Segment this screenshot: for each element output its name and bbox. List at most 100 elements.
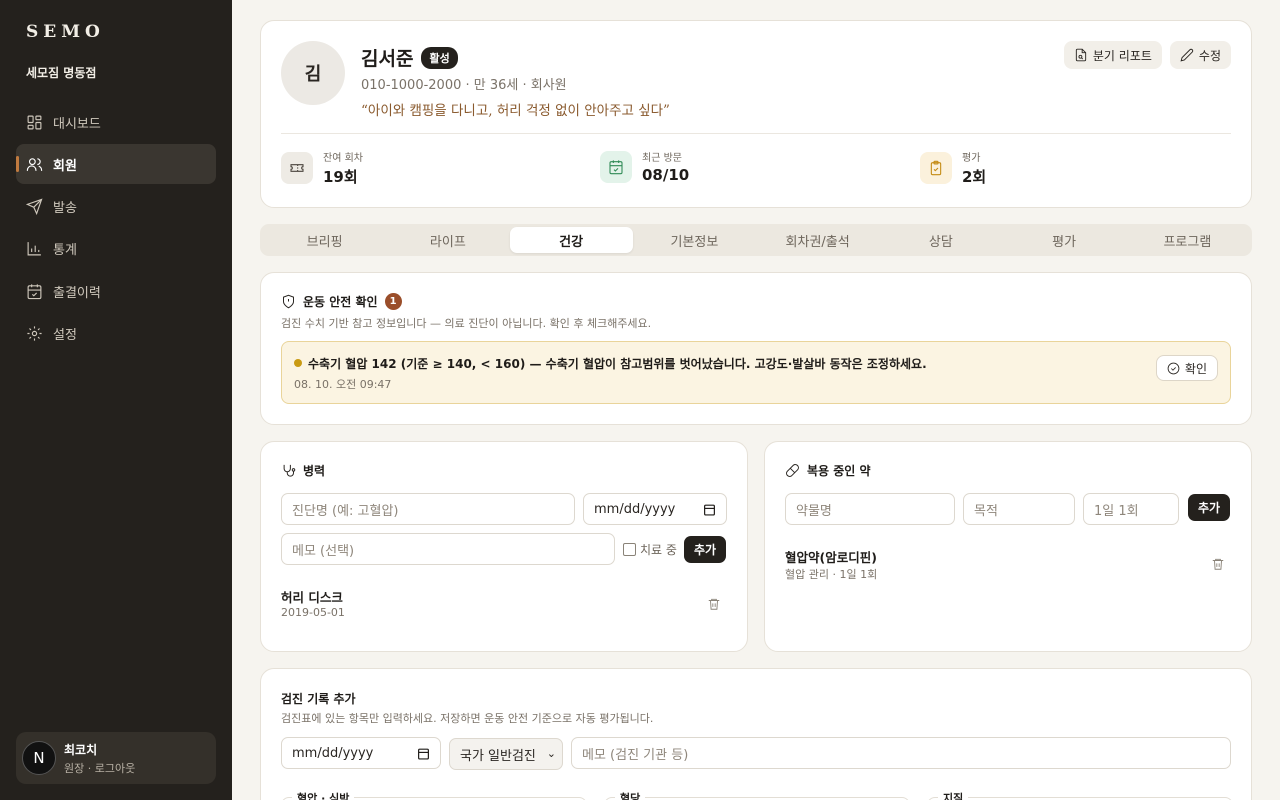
diagnosis-date-input[interactable]: mm/dd/yyyy bbox=[583, 493, 727, 525]
member-profile-card: 김 김서준 활성 010-1000-2000 · 만 36세 · 회사원 “아이… bbox=[260, 20, 1252, 208]
memo-input[interactable]: 메모 (선택) bbox=[281, 533, 615, 565]
sidebar-item-label: 대시보드 bbox=[53, 116, 101, 132]
sidebar-item-label: 발송 bbox=[53, 201, 77, 217]
safety-alert: 수축기 혈압 142 (기준 ≥ 140, < 160) — 수축기 혈압이 참… bbox=[281, 341, 1231, 404]
quarterly-report-button[interactable]: 분기 리포트 bbox=[1063, 41, 1162, 69]
tab-health[interactable]: 건강 bbox=[509, 227, 633, 253]
members-icon bbox=[26, 158, 43, 171]
sidebar-item-members[interactable]: 회원 bbox=[16, 144, 216, 185]
section-description: 검진 수치 기반 참고 정보입니다 — 의료 진단이 아닙니다. 확인 후 체크… bbox=[281, 317, 652, 330]
sidebar-item-label: 통계 bbox=[53, 243, 77, 259]
stat-label: 평가 bbox=[962, 153, 981, 164]
brand-logo[interactable]: SEMO bbox=[26, 22, 105, 42]
user-role-logout[interactable]: 원장 · 로그아웃 bbox=[64, 760, 135, 776]
sidebar-nav: 대시보드 회원 발송 통계 출결이력 설정 bbox=[16, 102, 216, 356]
tab-life[interactable]: 라이프 bbox=[386, 227, 509, 253]
divider bbox=[281, 133, 1231, 134]
gear-icon bbox=[27, 326, 42, 341]
stat-label: 최근 방문 bbox=[642, 153, 682, 164]
sidebar-item-send[interactable]: 발송 bbox=[16, 187, 216, 227]
quarterly-report-label: 분기 리포트 bbox=[1092, 48, 1152, 63]
confirm-label: 확인 bbox=[1184, 361, 1207, 376]
tab-tickets-attendance[interactable]: 회차권/출석 bbox=[756, 227, 879, 253]
tab-briefing[interactable]: 브리핑 bbox=[263, 227, 386, 253]
check-circle-icon bbox=[1167, 362, 1180, 374]
history-item-date: 2019-05-01 bbox=[281, 606, 345, 619]
medications-card: 복용 중인 약 약물명 목적 1일 1회 추가 혈압약(암로디핀) 혈압 관리 … bbox=[764, 441, 1252, 652]
tab-evaluation[interactable]: 평가 bbox=[1003, 227, 1126, 253]
sidebar-item-settings[interactable]: 설정 bbox=[16, 313, 216, 353]
sidebar-item-stats[interactable]: 통계 bbox=[16, 229, 216, 269]
member-name-row: 김서준 활성 bbox=[361, 44, 458, 71]
diagnosis-input[interactable]: 진단명 (예: 고혈압) bbox=[281, 493, 575, 525]
tab-basic-info[interactable]: 기본정보 bbox=[633, 227, 756, 253]
profile-actions: 분기 리포트 수정 bbox=[1063, 41, 1231, 69]
add-medication-button[interactable]: 추가 bbox=[1188, 494, 1231, 521]
stat-remaining-sessions: 잔여 회차 19회 bbox=[281, 149, 363, 187]
file-report-icon bbox=[1075, 48, 1087, 62]
section-title: 복용 중인 약 bbox=[785, 462, 871, 479]
history-title: 병력 bbox=[303, 464, 326, 478]
purpose-input[interactable]: 목적 bbox=[963, 493, 1075, 525]
user-profile[interactable]: N 최코치 원장 · 로그아웃 bbox=[16, 732, 216, 784]
user-name: 최코치 bbox=[64, 742, 98, 757]
meds-title: 복용 중인 약 bbox=[807, 464, 871, 478]
section-title: 병력 bbox=[281, 462, 325, 479]
pill-icon bbox=[786, 464, 799, 477]
avatar: N bbox=[22, 741, 56, 775]
send-icon bbox=[26, 198, 43, 216]
checkup-record-card: 검진 기록 추가 검진표에 있는 항목만 입력하세요. 저장하면 운동 안전 기… bbox=[260, 668, 1252, 800]
calendar-check-icon bbox=[600, 150, 632, 183]
stat-value: 2회 bbox=[962, 168, 987, 186]
group-label: 혈당 bbox=[615, 790, 646, 800]
dashboard-icon bbox=[27, 115, 42, 129]
history-item-name: 허리 디스크 bbox=[281, 590, 343, 605]
checkup-type-select[interactable]: 국가 일반검진 ⌄ bbox=[449, 738, 563, 770]
tab-program[interactable]: 프로그램 bbox=[1126, 227, 1249, 253]
trash-icon[interactable] bbox=[1211, 557, 1225, 571]
section-title: 운동 안전 확인 1 bbox=[281, 293, 402, 310]
pencil-icon bbox=[1180, 48, 1194, 62]
confirm-button[interactable]: 확인 bbox=[1155, 355, 1218, 381]
edit-button[interactable]: 수정 bbox=[1169, 41, 1231, 69]
treating-checkbox[interactable]: 치료 중 bbox=[623, 541, 677, 558]
stats-icon bbox=[27, 242, 41, 256]
ticket-icon bbox=[281, 152, 313, 184]
checkup-memo-input[interactable]: 메모 (검진 기관 등) bbox=[571, 737, 1231, 769]
stat-evaluations: 평가 2회 bbox=[920, 149, 986, 187]
alert-timestamp: 08. 10. 오전 09:47 bbox=[294, 378, 392, 391]
date-placeholder: mm/dd/yyyy bbox=[292, 745, 374, 761]
dose-input[interactable]: 1일 1회 bbox=[1083, 493, 1179, 525]
edit-label: 수정 bbox=[1198, 48, 1221, 63]
stat-value: 08/10 bbox=[642, 166, 690, 184]
medication-item-detail: 혈압 관리 · 1일 1회 bbox=[785, 568, 878, 581]
chevron-down-icon: ⌄ bbox=[546, 747, 556, 760]
warning-dot-icon bbox=[294, 359, 302, 367]
stat-value: 19회 bbox=[323, 168, 358, 186]
member-tabs: 브리핑 라이프 건강 기본정보 회차권/출석 상담 평가 프로그램 bbox=[260, 224, 1252, 256]
medical-history-card: 병력 진단명 (예: 고혈압) mm/dd/yyyy 메모 (선택) 치료 중 … bbox=[260, 441, 748, 652]
checkbox[interactable] bbox=[623, 543, 636, 556]
checkbox-label: 치료 중 bbox=[640, 543, 677, 557]
calendar-icon bbox=[704, 504, 715, 516]
trash-icon[interactable] bbox=[707, 597, 721, 611]
shield-alert-icon bbox=[283, 294, 294, 309]
group-label: 혈압 · 심박 bbox=[292, 790, 355, 800]
group-label: 지질 bbox=[938, 790, 969, 800]
add-history-button[interactable]: 추가 bbox=[684, 536, 727, 563]
section-title: 검진 기록 추가 bbox=[281, 692, 356, 706]
sidebar-item-dashboard[interactable]: 대시보드 bbox=[16, 102, 216, 142]
member-goal-quote: “아이와 캠핑을 다니고, 허리 걱정 없이 안아주고 싶다” bbox=[361, 103, 670, 119]
clipboard-check-icon bbox=[920, 152, 952, 184]
exercise-safety-card: 운동 안전 확인 1 검진 수치 기반 참고 정보입니다 — 의료 진단이 아닙… bbox=[260, 272, 1252, 425]
sidebar-item-attendance[interactable]: 출결이력 bbox=[16, 271, 216, 311]
store-name: 세모짐 명동점 bbox=[26, 66, 97, 80]
tab-consultation[interactable]: 상담 bbox=[879, 227, 1002, 253]
member-avatar: 김 bbox=[281, 41, 345, 105]
calendar-check-icon bbox=[27, 284, 42, 299]
drug-name-input[interactable]: 약물명 bbox=[785, 493, 955, 525]
stethoscope-icon bbox=[283, 464, 296, 477]
sidebar-item-label: 설정 bbox=[53, 327, 77, 343]
checkup-date-input[interactable]: mm/dd/yyyy bbox=[281, 737, 441, 769]
section-description: 검진표에 있는 항목만 입력하세요. 저장하면 운동 안전 기준으로 자동 평가… bbox=[281, 712, 654, 725]
